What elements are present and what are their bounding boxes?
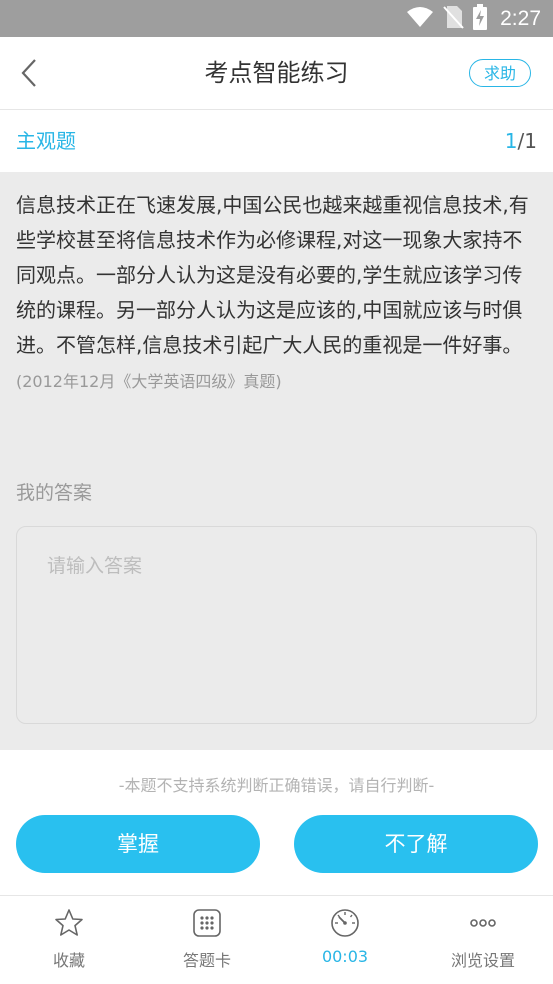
help-button[interactable]: 求助 (469, 59, 531, 87)
question-source: (2012年12月《大学英语四级》真题) (16, 372, 282, 391)
status-time: 2:27 (500, 6, 541, 30)
tab-browse-settings[interactable]: 浏览设置 (414, 896, 552, 984)
star-icon (55, 909, 83, 936)
self-judge-note: -本题不支持系统判断正确错误，请自行判断- (118, 776, 435, 795)
status-bar: 2:27 (0, 0, 553, 37)
status-icons: 2:27 (406, 0, 541, 37)
grid-icon (193, 909, 221, 937)
wifi-icon (406, 6, 434, 32)
question-header: 主观题 1/1 (0, 110, 553, 172)
total-questions: /1 (517, 129, 537, 153)
tab-answer-card-label: 答题卡 (182, 951, 231, 970)
tab-browse-settings-label: 浏览设置 (450, 951, 515, 970)
question-counter: 1/1 (505, 110, 537, 172)
more-icon (470, 919, 496, 927)
timer-icon (331, 909, 359, 937)
bottom-tab-bar: 收藏 答题卡 00:03 浏览设置 (0, 895, 553, 984)
action-area: -本题不支持系统判断正确错误，请自行判断- 掌握 不了解 (0, 750, 553, 895)
tab-timer-label: 00:03 (321, 947, 369, 966)
no-sim-icon (442, 5, 464, 33)
tab-favorite[interactable]: 收藏 (0, 896, 138, 984)
answer-placeholder: 请输入答案 (47, 555, 143, 577)
answer-input[interactable]: 请输入答案 (16, 526, 537, 724)
tab-answer-card[interactable]: 答题卡 (138, 896, 276, 984)
current-question-number: 1 (504, 129, 518, 153)
nav-bar: 考点智能练习 求助 (0, 37, 553, 110)
battery-charging-icon (472, 3, 488, 34)
unknown-button[interactable]: 不了解 (294, 815, 538, 873)
answer-label: 我的答案 (16, 482, 93, 504)
tab-timer[interactable]: 00:03 (276, 896, 414, 984)
tab-favorite-label: 收藏 (52, 951, 85, 970)
question-type: 主观题 (16, 129, 76, 153)
master-button[interactable]: 掌握 (16, 815, 260, 873)
question-text: 信息技术正在飞速发展,中国公民也越来越重视信息技术,有些学校甚至将信息技术作为必… (16, 188, 538, 399)
question-content: 信息技术正在飞速发展,中国公民也越来越重视信息技术,有些学校甚至将信息技术作为必… (0, 172, 553, 750)
question-body: 信息技术正在飞速发展,中国公民也越来越重视信息技术,有些学校甚至将信息技术作为必… (16, 193, 529, 357)
